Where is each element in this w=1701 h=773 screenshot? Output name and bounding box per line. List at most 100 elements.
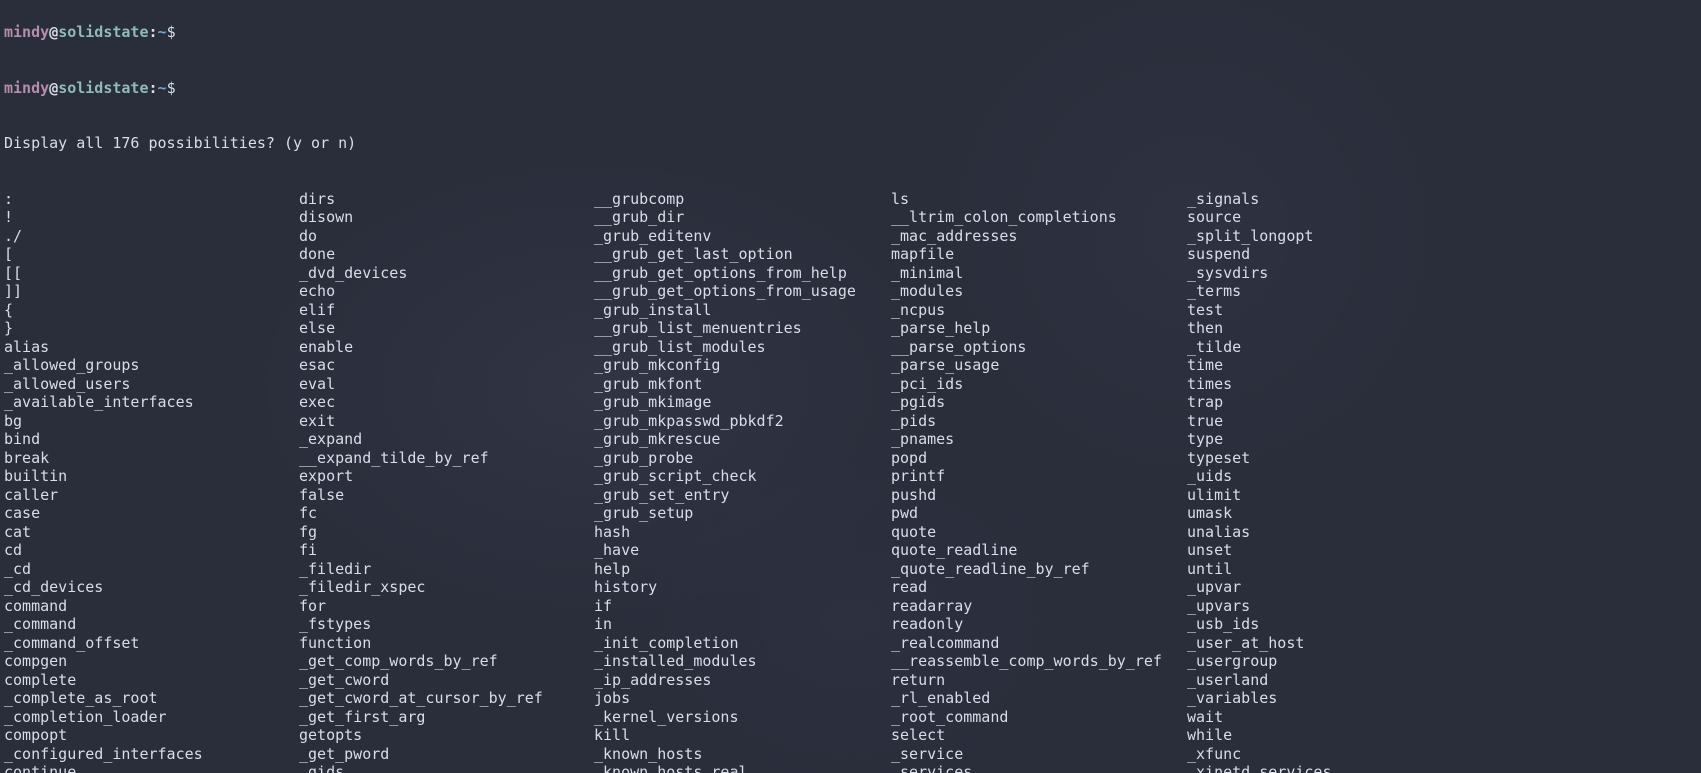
completion-item: __expand_tilde_by_ref [299,449,594,468]
completion-item: history [594,578,891,597]
completion-item: break [4,449,299,468]
completion-item: __grub_get_options_from_usage [594,282,891,301]
completion-item: jobs [594,689,891,708]
completion-item: _ip_addresses [594,671,891,690]
completion-item: _pnames [891,430,1187,449]
completion-item: _get_pword [299,745,594,764]
completion-col-3: ls__ltrim_colon_completions_mac_addresse… [891,190,1187,773]
completion-item: function [299,634,594,653]
completion-item: times [1187,375,1487,394]
completion-item: _grub_mkrescue [594,430,891,449]
completion-item: compopt [4,726,299,745]
completion-item: disown [299,208,594,227]
completion-item: _mac_addresses [891,227,1187,246]
completion-item: _grub_setup [594,504,891,523]
completion-item: bind [4,430,299,449]
completion-item: fi [299,541,594,560]
completion-item: _upvar [1187,578,1487,597]
completion-item: _grub_set_entry [594,486,891,505]
completion-item: fg [299,523,594,542]
completion-item: _minimal [891,264,1187,283]
completion-item: _configured_interfaces [4,745,299,764]
completion-item: _user_at_host [1187,634,1487,653]
completion-item: _expand [299,430,594,449]
completion-item: _complete_as_root [4,689,299,708]
completion-item: ulimit [1187,486,1487,505]
completion-item: _split_longopt [1187,227,1487,246]
completion-item: printf [891,467,1187,486]
completion-item: __grub_list_menuentries [594,319,891,338]
completion-item: type [1187,430,1487,449]
completion-item: time [1187,356,1487,375]
completion-item: case [4,504,299,523]
completion-item: ls [891,190,1187,209]
prompt-path: ~ [158,23,167,41]
completion-columns: :!./[[[]]{}alias_allowed_groups_allowed_… [4,190,1697,773]
completion-item: _get_comp_words_by_ref [299,652,594,671]
completion-item: fc [299,504,594,523]
completion-item: unset [1187,541,1487,560]
completion-item: _kernel_versions [594,708,891,727]
completion-item: alias [4,338,299,357]
completion-item: typeset [1187,449,1487,468]
completion-item: _command_offset [4,634,299,653]
completion-item: _services [891,763,1187,773]
completion-item: false [299,486,594,505]
completion-item: _allowed_groups [4,356,299,375]
prompt-symbol: $ [167,23,176,41]
completion-item: _service [891,745,1187,764]
completion-item: true [1187,412,1487,431]
completion-item: _usb_ids [1187,615,1487,634]
completion-item: _parse_usage [891,356,1187,375]
completion-item: esac [299,356,594,375]
completion-item: _grub_editenv [594,227,891,246]
completion-item: read [891,578,1187,597]
completion-item: quote_readline [891,541,1187,560]
completion-item: ! [4,208,299,227]
completion-item: _have [594,541,891,560]
completion-item: popd [891,449,1187,468]
completion-item: _grub_script_check [594,467,891,486]
completion-item: _get_cword_at_cursor_by_ref [299,689,594,708]
completion-item: __grub_get_options_from_help [594,264,891,283]
completion-item: _parse_help [891,319,1187,338]
completion-item: mapfile [891,245,1187,264]
completion-item: exec [299,393,594,412]
completion-item: continue [4,763,299,773]
completion-item: _grub_probe [594,449,891,468]
completion-item: ]] [4,282,299,301]
completion-item: _quote_readline_by_ref [891,560,1187,579]
completion-item: echo [299,282,594,301]
completion-item: __grubcomp [594,190,891,209]
completion-question: Display all 176 possibilities? (y or n) [4,134,1697,153]
completion-col-1: dirsdisowndodone_dvd_devicesechoelifelse… [299,190,594,773]
completion-item: _get_cword [299,671,594,690]
completion-item: exit [299,412,594,431]
terminal-viewport[interactable]: mindy@solidstate:~$ mindy@solidstate:~$ … [0,0,1701,773]
completion-item: _allowed_users [4,375,299,394]
completion-col-2: __grubcomp__grub_dir_grub_editenv__grub_… [594,190,891,773]
completion-item: trap [1187,393,1487,412]
completion-item: _cd [4,560,299,579]
completion-item: ./ [4,227,299,246]
completion-item: else [299,319,594,338]
completion-item: select [891,726,1187,745]
completion-item: _pids [891,412,1187,431]
completion-item: _dvd_devices [299,264,594,283]
completion-item: command [4,597,299,616]
completion-col-4: _signalssource_split_longoptsuspend_sysv… [1187,190,1487,773]
completion-item: export [299,467,594,486]
completion-item: suspend [1187,245,1487,264]
completion-item: unalias [1187,523,1487,542]
completion-item: _root_command [891,708,1187,727]
completion-item: _rl_enabled [891,689,1187,708]
completion-item: } [4,319,299,338]
completion-item: cat [4,523,299,542]
completion-item: _installed_modules [594,652,891,671]
completion-item: for [299,597,594,616]
completion-item: _grub_mkimage [594,393,891,412]
completion-item: in [594,615,891,634]
completion-item: _known_hosts_real [594,763,891,773]
completion-item: _uids [1187,467,1487,486]
completion-item: return [891,671,1187,690]
